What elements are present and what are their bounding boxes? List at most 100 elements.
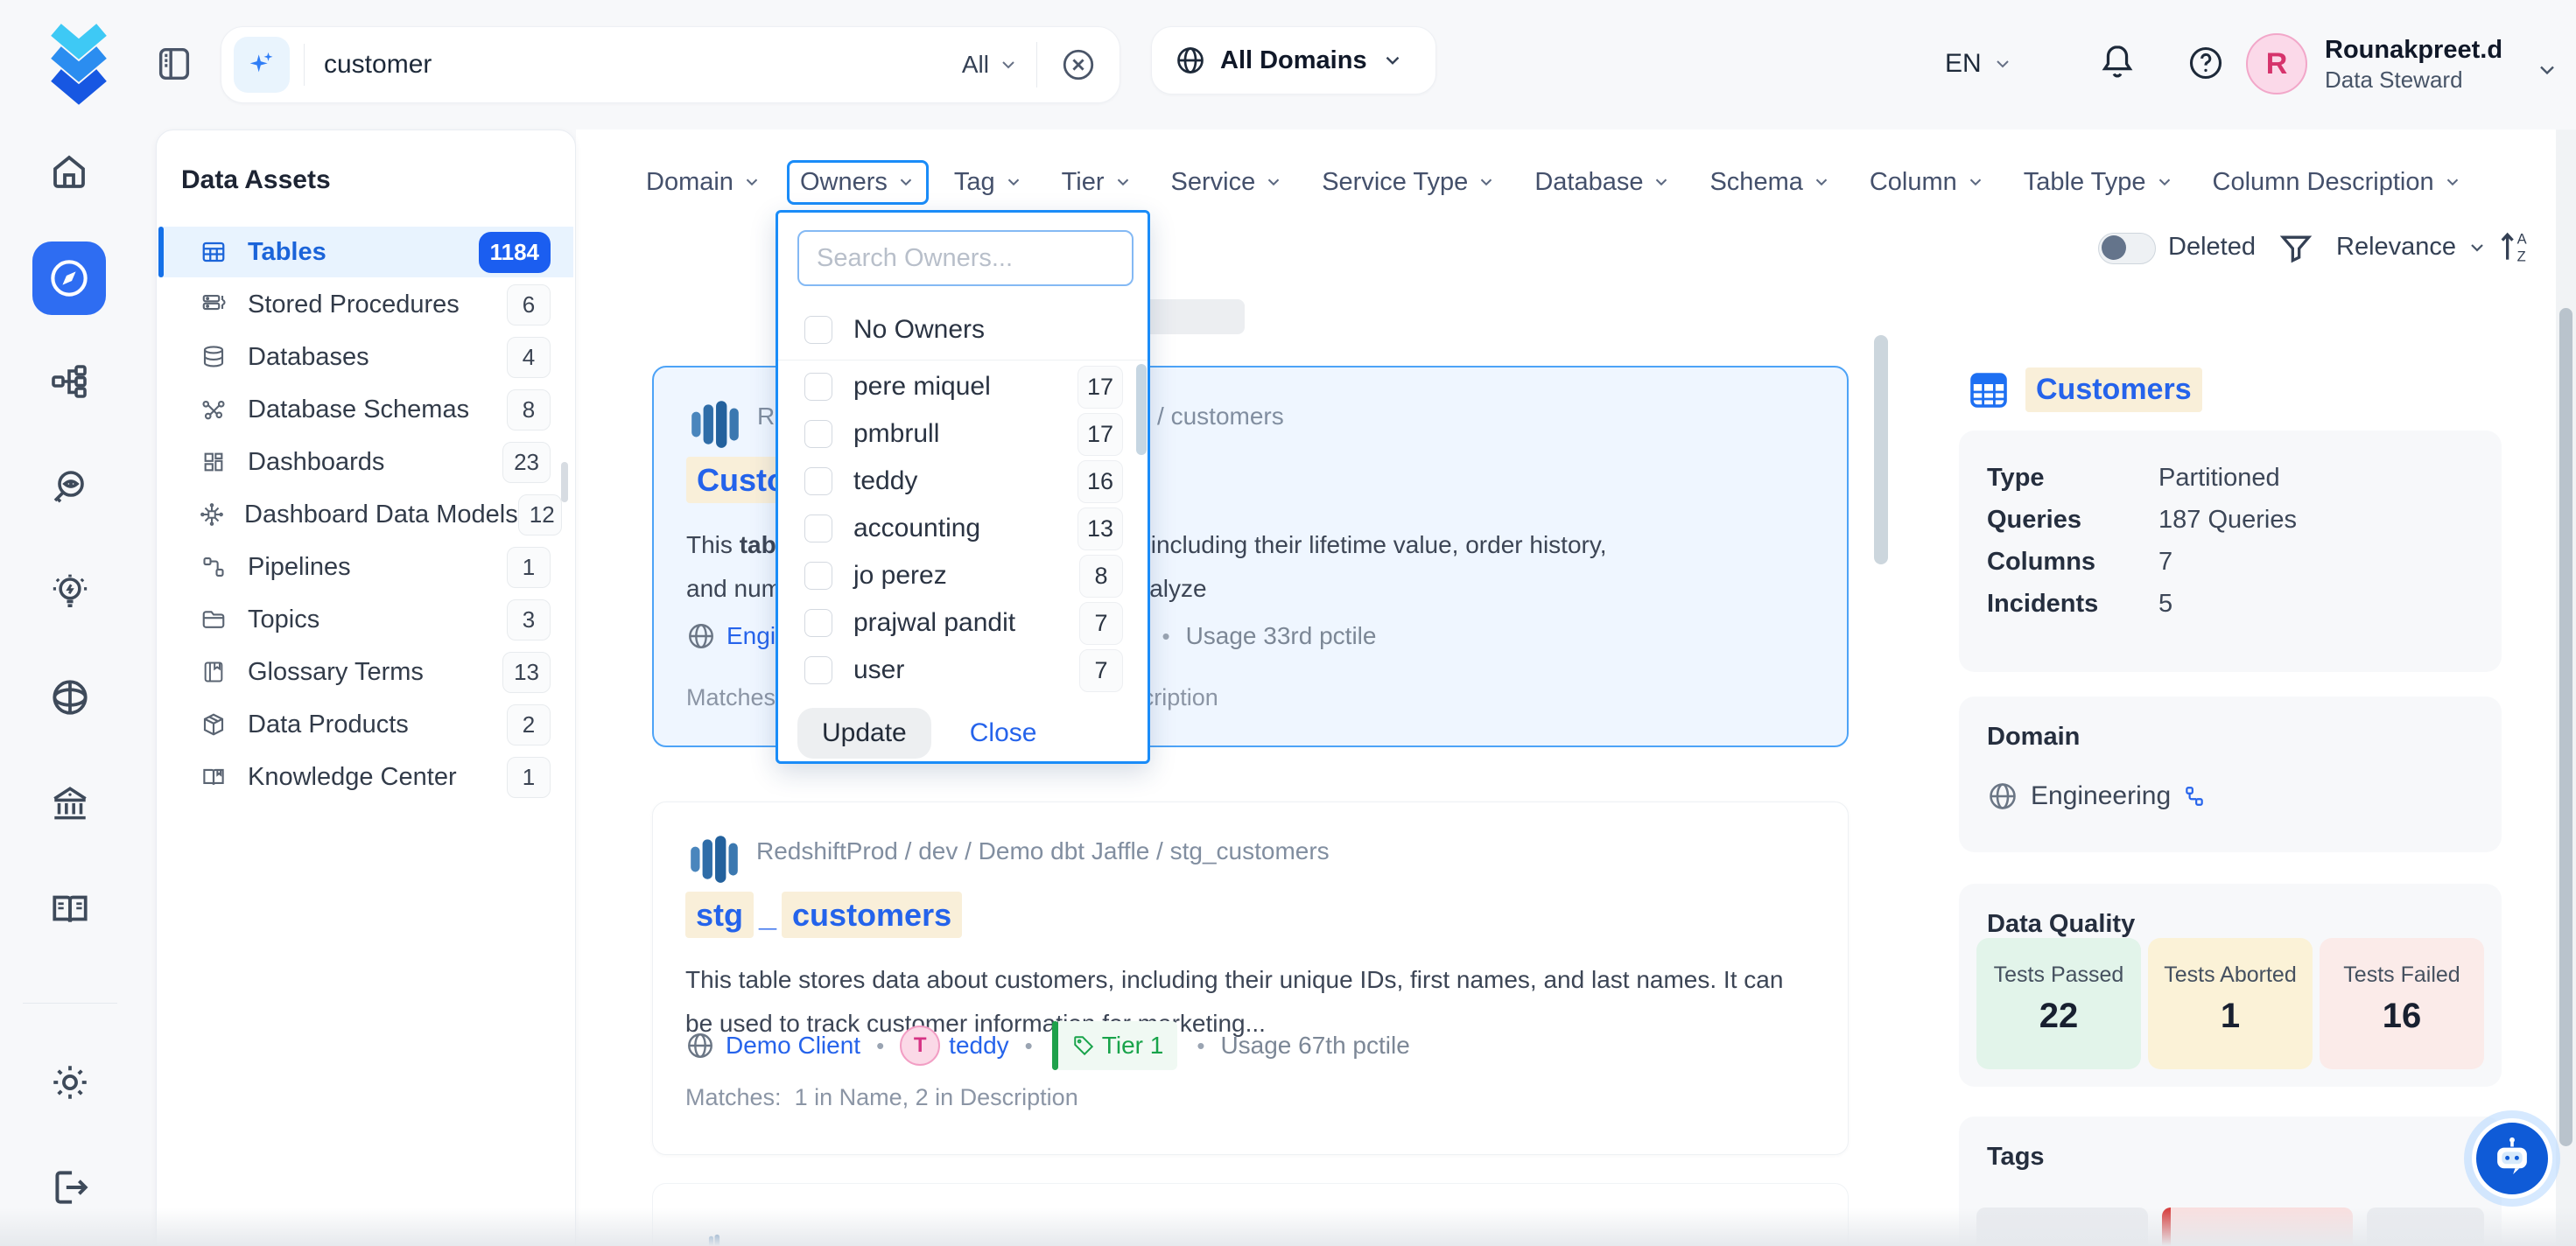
chatbot-button[interactable]	[2472, 1118, 2552, 1199]
global-search-bar[interactable]: All	[221, 26, 1120, 103]
clear-search-icon[interactable]	[1060, 46, 1097, 83]
owners-option[interactable]: accounting 13	[778, 505, 1148, 552]
filter-chip-service-type[interactable]: Service Type	[1322, 168, 1496, 197]
tag-pill[interactable]	[2162, 1208, 2353, 1246]
asset-label: Database Schemas	[248, 396, 507, 424]
owners-option[interactable]: user 7	[778, 647, 1148, 694]
result-card-stg-customers[interactable]: RedshiftProd / dev / Demo dbt Jaffle / s…	[652, 802, 1849, 1155]
sidebar-item-observability[interactable]	[48, 466, 90, 508]
asset-item-knowledge-center[interactable]: Knowledge Center 1	[158, 752, 573, 802]
info-value: 7	[2158, 548, 2172, 577]
result-domain-link[interactable]: Demo Client	[726, 1032, 860, 1060]
tests-passed-tile[interactable]: Tests Passed 22	[1976, 938, 2141, 1069]
filter-chip-table-type[interactable]: Table Type	[2024, 168, 2174, 197]
deleted-toggle[interactable]	[2098, 233, 2156, 264]
dq-label: Tests Aborted	[2148, 962, 2313, 988]
asset-item-glossary-terms[interactable]: Glossary Terms 13	[158, 647, 573, 697]
owners-option[interactable]: prajwal pandit 7	[778, 599, 1148, 647]
filter-chip-tier[interactable]: Tier	[1062, 168, 1133, 197]
owners-option[interactable]: pere miquel 17	[778, 363, 1148, 410]
search-scope-dropdown[interactable]: All	[962, 51, 1019, 79]
owners-option-label: No Owners	[853, 315, 1148, 345]
asset-item-database-schemas[interactable]: Database Schemas 8	[158, 384, 573, 435]
notifications-bell-icon[interactable]	[2097, 42, 2137, 82]
tests-failed-tile[interactable]: Tests Failed 16	[2320, 938, 2484, 1069]
sidebar-collapse-icon[interactable]	[154, 44, 194, 84]
assets-panel-scrollbar[interactable]	[561, 462, 568, 502]
asset-item-databases[interactable]: Databases 4	[158, 332, 573, 382]
sidebar-item-settings[interactable]	[48, 1060, 92, 1104]
checkbox[interactable]	[804, 316, 832, 344]
filter-chip-owners[interactable]: Owners	[787, 160, 929, 205]
filter-chip-column-description[interactable]: Column Description	[2213, 168, 2462, 197]
sidebar-item-govern[interactable]	[48, 782, 92, 826]
globe-icon	[685, 1031, 715, 1060]
result-card-partial[interactable]	[652, 1183, 1849, 1246]
sort-by-dropdown[interactable]: Relevance	[2336, 233, 2488, 262]
help-icon[interactable]	[2186, 44, 2225, 82]
search-input[interactable]	[324, 50, 962, 80]
asset-item-stored-procedures[interactable]: Stored Procedures 6	[158, 279, 573, 330]
svg-text:A: A	[2517, 231, 2527, 247]
user-info[interactable]: Rounakpreet.d Data Steward	[2325, 35, 2502, 94]
link-icon[interactable]	[2183, 785, 2206, 808]
owners-option-no-owners[interactable]: No Owners	[778, 304, 1148, 356]
filter-funnel-icon[interactable]	[2277, 229, 2315, 268]
owners-option-count: 13	[1077, 508, 1123, 550]
result-title[interactable]: stg_customers	[685, 897, 962, 934]
asset-item-tables[interactable]: Tables 1184	[158, 227, 573, 277]
checkbox[interactable]	[804, 609, 832, 637]
details-panel-title[interactable]: Customers	[2025, 368, 2202, 412]
update-button[interactable]: Update	[797, 708, 931, 759]
owners-search-input[interactable]	[797, 230, 1134, 286]
user-menu-chevron-icon[interactable]	[2535, 58, 2559, 82]
tag-pill[interactable]	[1976, 1208, 2148, 1246]
app-logo-icon[interactable]	[33, 19, 124, 110]
asset-item-dashboards[interactable]: Dashboards 23	[158, 437, 573, 487]
sidebar-item-home[interactable]	[48, 150, 90, 192]
asset-item-dashboard-data-models[interactable]: Dashboard Data Models 12	[158, 489, 573, 540]
checkbox[interactable]	[804, 373, 832, 401]
results-scrollbar[interactable]	[1874, 335, 1888, 564]
filter-chip-column[interactable]: Column	[1870, 168, 1985, 197]
tests-aborted-tile[interactable]: Tests Aborted 1	[2148, 938, 2313, 1069]
owners-option[interactable]: teddy 16	[778, 458, 1148, 505]
checkbox[interactable]	[804, 562, 832, 590]
filter-chip-schema[interactable]: Schema	[1709, 168, 1830, 197]
checkbox[interactable]	[804, 656, 832, 684]
filter-label: Database	[1534, 168, 1643, 197]
owners-option[interactable]: pmbrull 17	[778, 410, 1148, 458]
sidebar-item-logout[interactable]	[48, 1166, 92, 1209]
filter-chip-database[interactable]: Database	[1534, 168, 1671, 197]
tag-pill[interactable]	[2367, 1208, 2484, 1246]
owner-link[interactable]: teddy	[949, 1032, 1009, 1060]
breadcrumb[interactable]: RedshiftProd / dev / Demo dbt Jaffle / s…	[756, 837, 1330, 865]
filter-chip-tag[interactable]: Tag	[954, 168, 1023, 197]
close-button[interactable]: Close	[970, 718, 1037, 748]
incidents-link[interactable]: 5	[2158, 590, 2172, 619]
language-selector[interactable]: EN	[1945, 49, 2013, 79]
filter-chip-domain[interactable]: Domain	[646, 168, 762, 197]
checkbox[interactable]	[804, 514, 832, 542]
domain-value[interactable]: Engineering	[2031, 781, 2171, 811]
asset-count-badge: 13	[502, 652, 551, 693]
dropdown-scrollbar[interactable]	[1136, 364, 1147, 455]
sidebar-item-explore[interactable]	[32, 242, 106, 315]
dq-value: 16	[2320, 997, 2484, 1036]
asset-item-data-products[interactable]: Data Products 2	[158, 699, 573, 750]
asset-item-pipelines[interactable]: Pipelines 1	[158, 542, 573, 592]
globe-icon	[686, 621, 716, 651]
user-avatar[interactable]: R	[2246, 33, 2307, 94]
all-domains-button[interactable]: All Domains	[1151, 26, 1436, 94]
checkbox[interactable]	[804, 467, 832, 495]
sidebar-item-learning[interactable]	[48, 887, 92, 931]
filter-chip-service[interactable]: Service	[1171, 168, 1284, 197]
sort-direction-icon[interactable]: A Z	[2495, 226, 2533, 268]
window-scrollbar-thumb[interactable]	[2559, 308, 2572, 1146]
owners-option[interactable]: jo perez 8	[778, 552, 1148, 599]
sidebar-item-domains[interactable]	[48, 676, 92, 719]
sidebar-item-lineage[interactable]	[48, 360, 90, 402]
checkbox[interactable]	[804, 420, 832, 448]
sidebar-item-insights[interactable]	[48, 570, 92, 614]
asset-item-topics[interactable]: Topics 3	[158, 594, 573, 645]
